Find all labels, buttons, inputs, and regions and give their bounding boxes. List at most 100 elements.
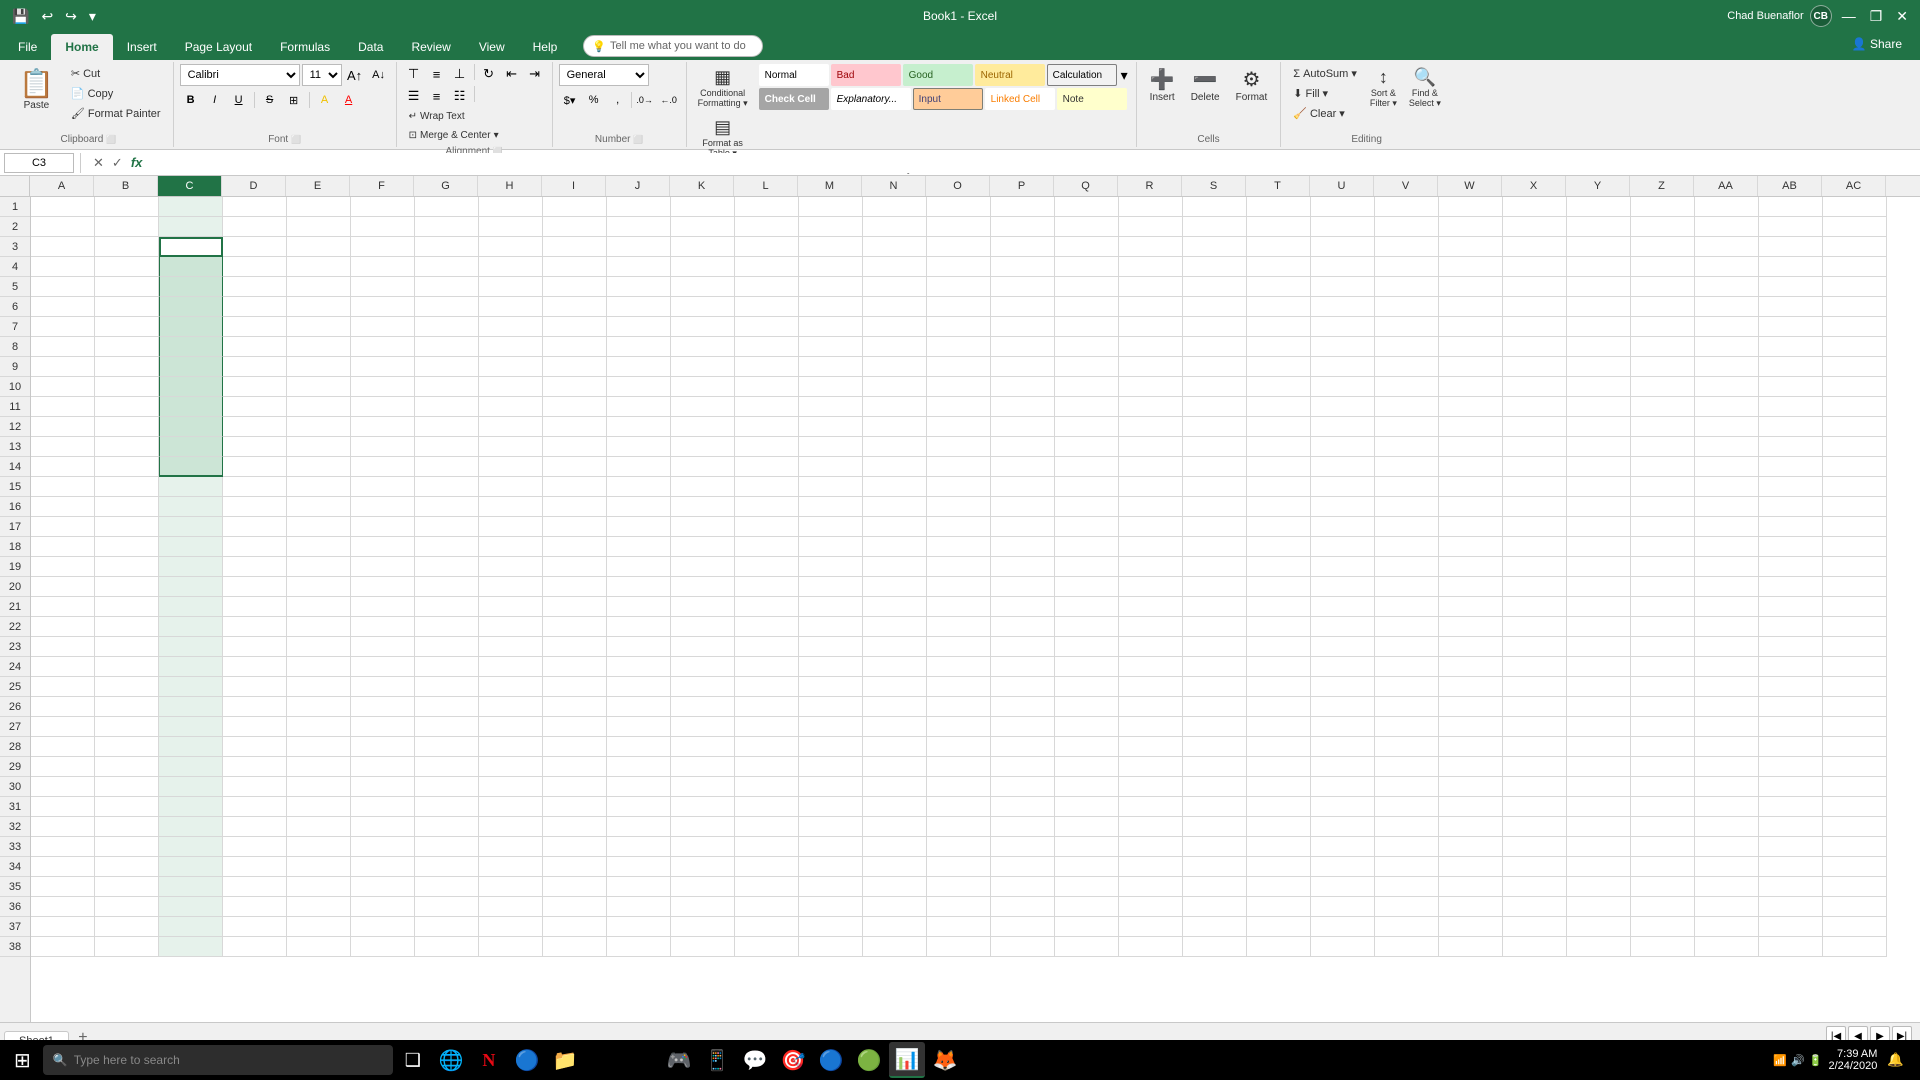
cell-T23[interactable] [1247, 637, 1311, 657]
cell-E16[interactable] [287, 497, 351, 517]
cell-O18[interactable] [927, 537, 991, 557]
cell-AA19[interactable] [1695, 557, 1759, 577]
cell-L28[interactable] [735, 737, 799, 757]
cell-C6[interactable] [159, 297, 223, 317]
cell-J13[interactable] [607, 437, 671, 457]
cell-Q34[interactable] [1055, 857, 1119, 877]
cell-Y36[interactable] [1567, 897, 1631, 917]
cell-D18[interactable] [223, 537, 287, 557]
cell-M14[interactable] [799, 457, 863, 477]
find-select-button[interactable]: 🔍 Find &Select ▾ [1404, 64, 1446, 112]
cell-K37[interactable] [671, 917, 735, 937]
cell-T18[interactable] [1247, 537, 1311, 557]
undo-button[interactable]: ↩ [37, 6, 57, 27]
cell-E2[interactable] [287, 217, 351, 237]
cell-L29[interactable] [735, 757, 799, 777]
cell-L15[interactable] [735, 477, 799, 497]
cell-Q4[interactable] [1055, 257, 1119, 277]
cell-Y29[interactable] [1567, 757, 1631, 777]
cell-J16[interactable] [607, 497, 671, 517]
cell-AB4[interactable] [1759, 257, 1823, 277]
cell-L33[interactable] [735, 837, 799, 857]
cell-Z17[interactable] [1631, 517, 1695, 537]
cell-Z15[interactable] [1631, 477, 1695, 497]
cell-AC20[interactable] [1823, 577, 1887, 597]
cell-AB3[interactable] [1759, 237, 1823, 257]
cell-G11[interactable] [415, 397, 479, 417]
cell-L8[interactable] [735, 337, 799, 357]
cell-K22[interactable] [671, 617, 735, 637]
cell-N36[interactable] [863, 897, 927, 917]
cell-AB21[interactable] [1759, 597, 1823, 617]
cell-B3[interactable] [95, 237, 159, 257]
cell-F18[interactable] [351, 537, 415, 557]
row-header-28[interactable]: 28 [0, 737, 30, 757]
col-header-s[interactable]: S [1182, 176, 1246, 196]
cell-C37[interactable] [159, 917, 223, 937]
cell-L9[interactable] [735, 357, 799, 377]
cell-Z36[interactable] [1631, 897, 1695, 917]
cell-B24[interactable] [95, 657, 159, 677]
col-header-aa[interactable]: AA [1694, 176, 1758, 196]
cell-Z7[interactable] [1631, 317, 1695, 337]
cell-Y8[interactable] [1567, 337, 1631, 357]
cell-AA3[interactable] [1695, 237, 1759, 257]
cell-AC31[interactable] [1823, 797, 1887, 817]
cell-Y31[interactable] [1567, 797, 1631, 817]
cell-AC11[interactable] [1823, 397, 1887, 417]
cell-Z28[interactable] [1631, 737, 1695, 757]
cell-P16[interactable] [991, 497, 1055, 517]
cell-A16[interactable] [31, 497, 95, 517]
cell-N14[interactable] [863, 457, 927, 477]
cell-S12[interactable] [1183, 417, 1247, 437]
cell-D7[interactable] [223, 317, 287, 337]
cell-V24[interactable] [1375, 657, 1439, 677]
cell-C26[interactable] [159, 697, 223, 717]
cell-AA26[interactable] [1695, 697, 1759, 717]
cell-U10[interactable] [1311, 377, 1375, 397]
cell-Y28[interactable] [1567, 737, 1631, 757]
cell-AA37[interactable] [1695, 917, 1759, 937]
cell-E30[interactable] [287, 777, 351, 797]
cell-M28[interactable] [799, 737, 863, 757]
cell-C13[interactable] [159, 437, 223, 457]
align-left-button[interactable]: ☰ [403, 86, 425, 106]
cell-AB7[interactable] [1759, 317, 1823, 337]
cell-A33[interactable] [31, 837, 95, 857]
cell-I25[interactable] [543, 677, 607, 697]
cell-I23[interactable] [543, 637, 607, 657]
cell-M38[interactable] [799, 937, 863, 957]
cell-AA10[interactable] [1695, 377, 1759, 397]
cut-button[interactable]: ✂ Cut [65, 64, 167, 83]
cell-AC16[interactable] [1823, 497, 1887, 517]
cell-J34[interactable] [607, 857, 671, 877]
cell-Q36[interactable] [1055, 897, 1119, 917]
formula-input[interactable] [152, 153, 1916, 173]
autosum-button[interactable]: Σ AutoSum ▾ [1287, 64, 1363, 83]
cell-AC8[interactable] [1823, 337, 1887, 357]
cell-F11[interactable] [351, 397, 415, 417]
cell-A13[interactable] [31, 437, 95, 457]
cell-U6[interactable] [1311, 297, 1375, 317]
cell-Y33[interactable] [1567, 837, 1631, 857]
cell-J32[interactable] [607, 817, 671, 837]
cell-T27[interactable] [1247, 717, 1311, 737]
cell-AB25[interactable] [1759, 677, 1823, 697]
cell-U7[interactable] [1311, 317, 1375, 337]
wrap-text-button[interactable]: ↵ Wrap Text [403, 108, 471, 125]
cell-AA24[interactable] [1695, 657, 1759, 677]
cell-AA31[interactable] [1695, 797, 1759, 817]
cell-X31[interactable] [1503, 797, 1567, 817]
col-header-m[interactable]: M [798, 176, 862, 196]
cell-I33[interactable] [543, 837, 607, 857]
cell-O38[interactable] [927, 937, 991, 957]
cell-R5[interactable] [1119, 277, 1183, 297]
cell-Q12[interactable] [1055, 417, 1119, 437]
cell-J28[interactable] [607, 737, 671, 757]
cell-R10[interactable] [1119, 377, 1183, 397]
cell-P34[interactable] [991, 857, 1055, 877]
cell-AB15[interactable] [1759, 477, 1823, 497]
row-header-6[interactable]: 6 [0, 297, 30, 317]
tab-data[interactable]: Data [344, 34, 397, 60]
cell-C5[interactable] [159, 277, 223, 297]
